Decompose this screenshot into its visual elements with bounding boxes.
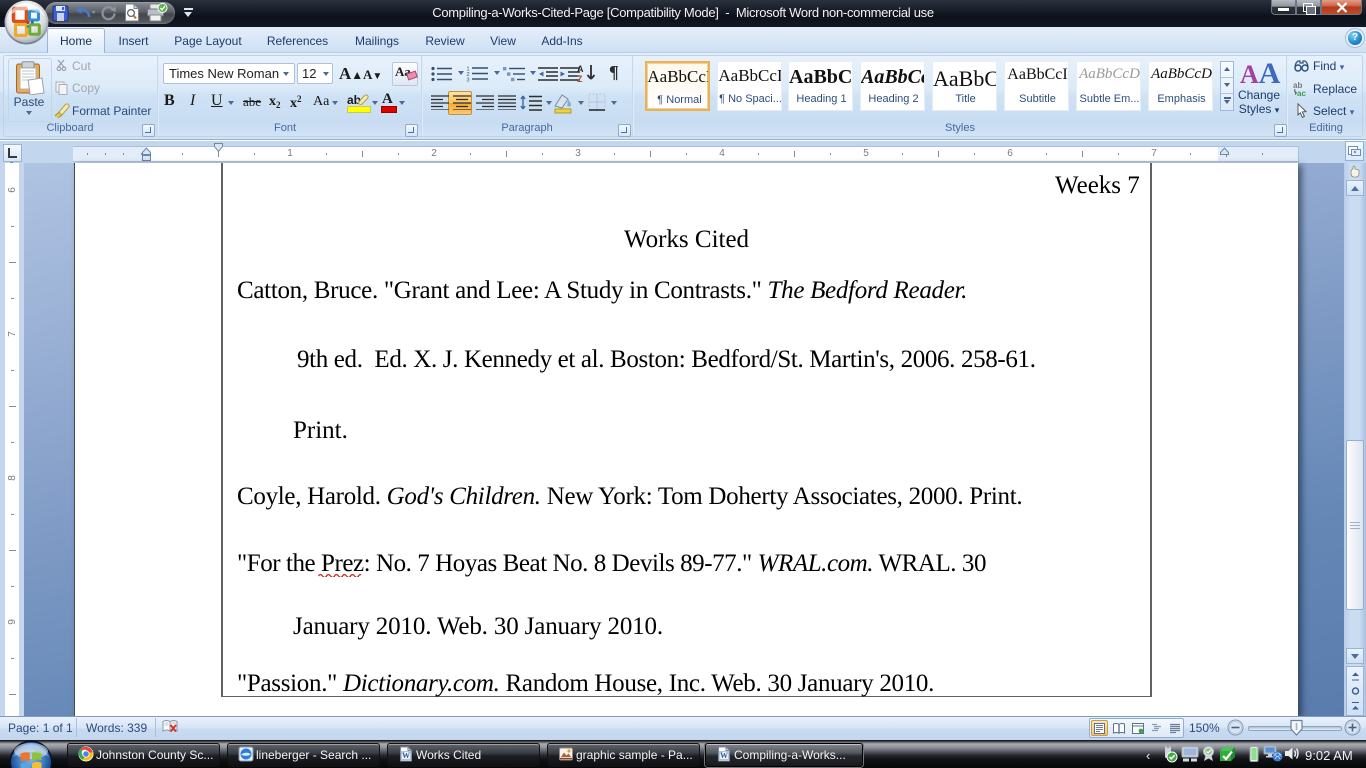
svg-text:A: A (577, 64, 584, 74)
svg-text:Z: Z (577, 74, 583, 84)
svg-text:W: W (720, 751, 728, 760)
svg-text:ac: ac (1297, 89, 1306, 96)
svg-text:W: W (402, 751, 410, 760)
svg-text:3: 3 (467, 78, 470, 83)
